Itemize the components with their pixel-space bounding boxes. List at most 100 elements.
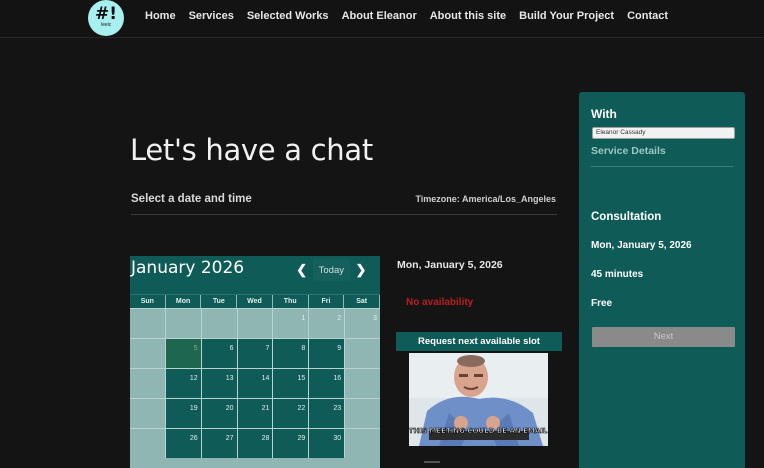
next-button[interactable]: Next: [592, 327, 735, 347]
nav-services[interactable]: Services: [189, 10, 234, 22]
calendar-day[interactable]: 22: [273, 399, 309, 428]
calendar-day-number: 3: [373, 315, 377, 322]
calendar-day[interactable]: 29: [273, 429, 309, 458]
calendar-day-number: 12: [189, 375, 198, 382]
calendar-day-number: 14: [261, 375, 270, 382]
chevron-right-icon[interactable]: ❯: [350, 259, 372, 281]
calendar-day[interactable]: 8: [273, 339, 309, 368]
weekday-label: Wed: [237, 295, 273, 308]
weekday-label: Sat: [344, 295, 380, 308]
top-navbar: #! /eeic Home Services Selected Works Ab…: [0, 0, 764, 38]
availability-status: No availability: [406, 297, 474, 308]
calendar-empty-cell: [130, 369, 165, 398]
calendar-day-number: 6: [229, 345, 234, 352]
calendar-day-number: 19: [189, 405, 198, 412]
calendar-day[interactable]: 12: [165, 369, 201, 398]
appointment-date: Mon, January 5, 2026: [591, 240, 692, 251]
calendar-day-number: 9: [337, 345, 342, 352]
calendar-day-number: 2: [337, 315, 342, 322]
calendar-day[interactable]: 16: [309, 369, 345, 398]
nav-selected-works[interactable]: Selected Works: [247, 10, 329, 22]
meme-image: THIS MEETING COULD BE AN EMAIL: [409, 353, 548, 446]
calendar-day[interactable]: 27: [201, 429, 237, 458]
calendar-grid: 1 2 3 5 6 7 8 9 12 13 14 15 16 19 20 21 22 23 26 27 28 29 30: [130, 308, 380, 458]
nav-build-project[interactable]: Build Your Project: [519, 10, 614, 22]
service-details-link[interactable]: Service Details: [591, 145, 666, 157]
calendar-header: January 2026 ❮ Today ❯: [130, 256, 380, 294]
calendar-day-number: 16: [333, 375, 342, 382]
calendar-day-number: 5: [193, 345, 198, 352]
calendar-day-number: 28: [261, 435, 270, 442]
calendar-day[interactable]: 20: [201, 399, 237, 428]
calendar: January 2026 ❮ Today ❯ Sun Mon Tue Wed T…: [130, 256, 380, 468]
calendar-day[interactable]: 15: [273, 369, 309, 398]
calendar-day-number: 1: [301, 315, 306, 322]
calendar-day[interactable]: 14: [237, 369, 273, 398]
select-date-subtitle: Select a date and time: [131, 193, 252, 205]
nav-contact[interactable]: Contact: [627, 10, 668, 22]
calendar-day[interactable]: 6: [201, 339, 237, 368]
calendar-day[interactable]: 7: [237, 339, 273, 368]
panel-divider: [591, 166, 733, 167]
calendar-month-label: January 2026: [131, 258, 245, 278]
weekday-label: Thu: [273, 295, 309, 308]
calendar-day[interactable]: 28: [237, 429, 273, 458]
site-logo[interactable]: #! /eeic: [88, 0, 124, 36]
divider: [131, 214, 557, 215]
calendar-day[interactable]: 13: [201, 369, 237, 398]
chevron-left-icon[interactable]: ❮: [291, 259, 313, 281]
calendar-day[interactable]: 21: [237, 399, 273, 428]
calendar-empty-cell: [201, 309, 237, 338]
calendar-day[interactable]: 9: [309, 339, 345, 368]
appointment-price: Free: [591, 298, 613, 309]
calendar-day[interactable]: 26: [165, 429, 201, 458]
calendar-day[interactable]: 1: [273, 309, 309, 338]
calendar-day-number: 23: [333, 405, 342, 412]
nav-about-eleanor[interactable]: About Eleanor: [342, 10, 417, 22]
request-slot-button[interactable]: Request next available slot: [396, 332, 562, 351]
calendar-day[interactable]: 2: [309, 309, 345, 338]
calendar-day-number: 21: [261, 405, 270, 412]
calendar-day[interactable]: 5: [165, 339, 201, 368]
calendar-day-number: 8: [301, 345, 306, 352]
calendar-empty-cell: [345, 399, 380, 428]
booking-summary-panel: With Eleanor Cassady Service Details Con…: [579, 92, 745, 468]
meme-illustration: THIS MEETING COULD BE AN EMAIL: [409, 353, 548, 446]
calendar-empty-cell: [345, 429, 380, 458]
meme-caption: THIS MEETING COULD BE AN EMAIL: [409, 427, 548, 435]
calendar-empty-cell: [165, 309, 201, 338]
weekday-label: Tue: [201, 295, 238, 308]
weekday-header: Sun Mon Tue Wed Thu Fri Sat: [130, 294, 380, 308]
calendar-day[interactable]: 19: [165, 399, 201, 428]
calendar-controls: ❮ Today ❯: [291, 259, 372, 281]
appointment-duration: 45 minutes: [591, 269, 644, 280]
calendar-empty-cell: [130, 429, 165, 458]
calendar-day-number: 15: [297, 375, 306, 382]
calendar-day-number: 22: [297, 405, 306, 412]
calendar-day-number: 13: [225, 375, 234, 382]
selected-date: Mon, January 5, 2026: [397, 259, 503, 271]
calendar-day-number: 26: [189, 435, 198, 442]
nav-about-site[interactable]: About this site: [430, 10, 506, 22]
timezone-label[interactable]: Timezone: America/Los_Angeles: [415, 194, 556, 204]
calendar-day-number: 29: [297, 435, 306, 442]
calendar-day[interactable]: 23: [309, 399, 345, 428]
weekday-label: Sun: [130, 295, 166, 308]
calendar-empty-cell: [237, 309, 273, 338]
calendar-empty-cell: [130, 309, 165, 338]
weekday-label: Fri: [309, 295, 345, 308]
calendar-day[interactable]: 30: [309, 429, 345, 458]
with-label: With: [591, 107, 617, 121]
calendar-empty-cell: [130, 399, 165, 428]
provider-select[interactable]: Eleanor Cassady: [592, 127, 735, 139]
weekday-label: Mon: [166, 295, 202, 308]
calendar-empty-cell: [345, 339, 380, 368]
calendar-day-number: 20: [225, 405, 234, 412]
calendar-day-number: 30: [333, 435, 342, 442]
main-nav: Home Services Selected Works About Elean…: [145, 10, 681, 22]
calendar-empty-cell: [345, 369, 380, 398]
calendar-day-number: 7: [265, 345, 270, 352]
today-button[interactable]: Today: [312, 259, 350, 281]
nav-home[interactable]: Home: [145, 10, 176, 22]
calendar-day[interactable]: 3: [345, 309, 380, 338]
